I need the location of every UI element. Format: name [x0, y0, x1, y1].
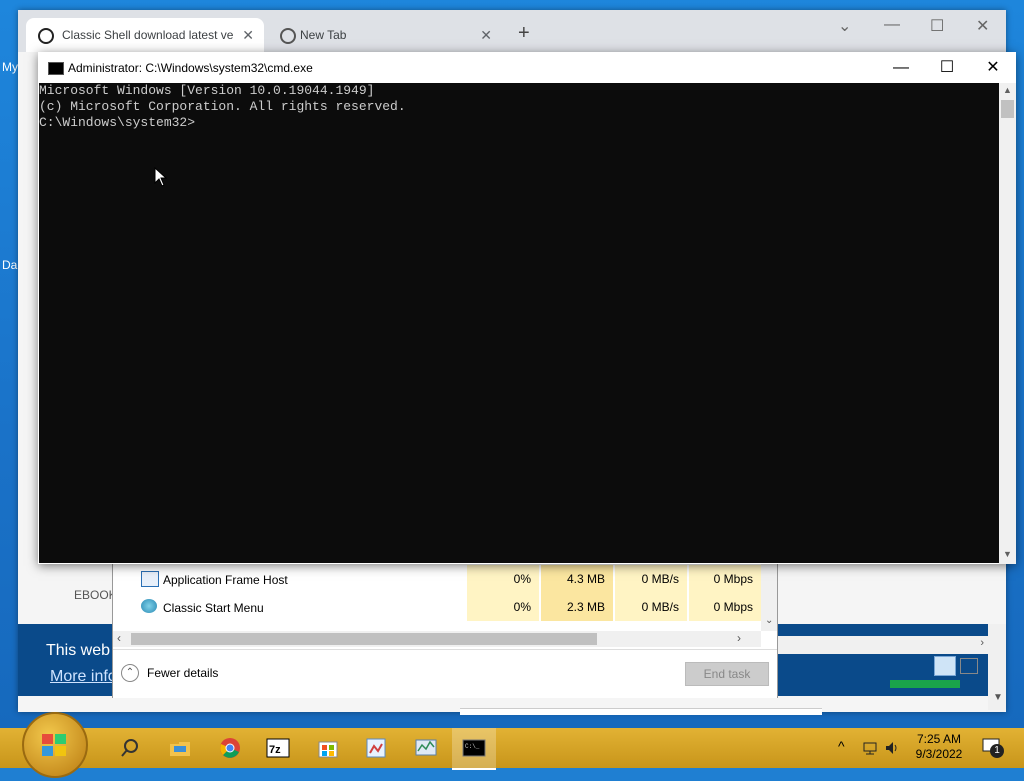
- tab-search-icon[interactable]: ⌄: [838, 16, 851, 36]
- more-info-link[interactable]: More info: [50, 668, 117, 686]
- desktop-icon-label[interactable]: Da: [2, 258, 17, 272]
- close-button[interactable]: ✕: [976, 16, 989, 36]
- scrollbar-thumb[interactable]: [1001, 100, 1014, 118]
- new-tab-button[interactable]: +: [518, 22, 530, 45]
- disk-cell: 0 MB/s: [615, 565, 687, 593]
- process-name: Application Frame Host: [163, 573, 288, 587]
- task-manager-footer: ⌃ Fewer details End task: [113, 649, 777, 698]
- minimize-button[interactable]: —: [884, 16, 900, 34]
- desktop-icon-label[interactable]: My: [2, 60, 18, 74]
- tab-new-tab[interactable]: New Tab ✕: [270, 18, 502, 52]
- paint-icon[interactable]: [364, 736, 388, 760]
- cmd-icon: C:\_: [462, 739, 486, 757]
- accept-button[interactable]: [890, 680, 960, 688]
- cmd-window: Administrator: C:\Windows\system32\cmd.e…: [38, 52, 1016, 564]
- volume-icon[interactable]: [884, 740, 900, 756]
- process-name: Classic Start Menu: [163, 601, 264, 615]
- scroll-right-icon[interactable]: ›: [737, 631, 741, 645]
- tab-title: New Tab: [300, 28, 347, 42]
- time-text: 7:25 AM: [916, 732, 962, 746]
- maximize-button[interactable]: ☐: [924, 52, 970, 83]
- disk-cell: 0 MB/s: [615, 593, 687, 621]
- site-favicon-icon: [38, 28, 54, 44]
- large-icons-view-icon[interactable]: [960, 658, 978, 674]
- banner-text: This web: [46, 642, 111, 659]
- scroll-down-icon[interactable]: ▼: [993, 692, 1003, 703]
- console-line: (c) Microsoft Corporation. All rights re…: [39, 99, 406, 114]
- details-view-icon[interactable]: [934, 656, 956, 676]
- cpu-cell: 0%: [467, 565, 539, 593]
- memory-cell: 4.3 MB: [541, 565, 613, 593]
- app-frame-host-icon: [141, 571, 159, 587]
- cmd-title-bar[interactable]: Administrator: C:\Windows\system32\cmd.e…: [38, 52, 1016, 83]
- command-prompt[interactable]: C:\Windows\system32>: [39, 115, 999, 131]
- network-icon[interactable]: [862, 740, 878, 756]
- console-output[interactable]: Microsoft Windows [Version 10.0.19044.19…: [39, 83, 999, 563]
- resource-monitor-icon[interactable]: [414, 736, 438, 760]
- chevron-up-icon[interactable]: ^: [838, 738, 845, 754]
- scroll-left-icon[interactable]: ‹: [117, 631, 121, 645]
- maximize-button[interactable]: ☐: [930, 16, 944, 36]
- network-cell: 0 Mbps: [689, 565, 761, 593]
- tab-title: Classic Shell download latest ver: [62, 28, 234, 42]
- start-button[interactable]: [22, 712, 88, 778]
- file-explorer-icon[interactable]: [168, 736, 192, 760]
- network-cell: 0 Mbps: [689, 593, 761, 621]
- clock[interactable]: 7:25 AM 9/3/2022: [906, 732, 972, 762]
- close-tab-icon[interactable]: ✕: [242, 27, 254, 44]
- search-icon[interactable]: [118, 736, 142, 760]
- scroll-down-icon[interactable]: ▼: [1003, 549, 1012, 559]
- scroll-up-icon[interactable]: ▲: [1003, 85, 1012, 95]
- ebook-link[interactable]: EBOOK: [74, 588, 117, 602]
- tab-classic-shell[interactable]: Classic Shell download latest ver ✕: [26, 18, 264, 52]
- date-text: 9/3/2022: [915, 747, 963, 761]
- close-button[interactable]: ✕: [970, 52, 1016, 83]
- fewer-details-link[interactable]: Fewer details: [147, 666, 218, 680]
- horizontal-scrollbar[interactable]: ‹ ›: [113, 631, 761, 647]
- notification-button[interactable]: 1: [982, 738, 1004, 758]
- scrollbar-thumb[interactable]: [131, 633, 597, 645]
- tab-bar: Classic Shell download latest ver ✕ New …: [18, 10, 1006, 52]
- console-line: Microsoft Windows [Version 10.0.19044.19…: [39, 83, 375, 98]
- task-manager-window: Application Frame Host 0% 4.3 MB 0 MB/s …: [112, 562, 778, 698]
- end-task-button[interactable]: End task: [685, 662, 769, 686]
- cpu-cell: 0%: [467, 593, 539, 621]
- chrome-icon: [280, 28, 296, 44]
- window-edge: [460, 708, 822, 715]
- process-row[interactable]: Application Frame Host 0% 4.3 MB 0 MB/s …: [113, 565, 761, 593]
- shell-icon: [141, 599, 157, 613]
- vertical-scrollbar[interactable]: ▼: [988, 624, 1006, 710]
- horizontal-scrollbar[interactable]: ›: [776, 636, 988, 654]
- windows-logo-icon: [42, 734, 66, 756]
- notification-count: 1: [990, 744, 1004, 758]
- vertical-scrollbar[interactable]: ▲ ▼: [999, 83, 1016, 564]
- minimize-button[interactable]: —: [878, 52, 924, 83]
- scroll-right-icon[interactable]: ›: [980, 637, 984, 649]
- vertical-scrollbar[interactable]: ⌄: [761, 563, 777, 631]
- taskbar: 7z C:\_ ^ 7:25 AM 9/3/2022 1: [0, 712, 1024, 778]
- taskbar-cmd-active[interactable]: C:\_: [452, 728, 496, 770]
- window-title: Administrator: C:\Windows\system32\cmd.e…: [68, 61, 313, 75]
- mouse-cursor-icon: [154, 167, 168, 187]
- chrome-icon[interactable]: [218, 736, 242, 760]
- chevron-up-icon[interactable]: ⌃: [121, 664, 139, 682]
- cmd-icon: [48, 62, 64, 75]
- svg-text:C:\_: C:\_: [465, 743, 480, 750]
- memory-cell: 2.3 MB: [541, 593, 613, 621]
- process-row[interactable]: Classic Start Menu 0% 2.3 MB 0 MB/s 0 Mb…: [113, 593, 761, 621]
- store-icon[interactable]: [316, 736, 340, 760]
- close-tab-icon[interactable]: ✕: [480, 27, 492, 44]
- 7zip-icon[interactable]: 7z: [266, 736, 290, 760]
- svg-text:7z: 7z: [269, 744, 281, 756]
- scroll-down-icon[interactable]: ⌄: [765, 615, 773, 626]
